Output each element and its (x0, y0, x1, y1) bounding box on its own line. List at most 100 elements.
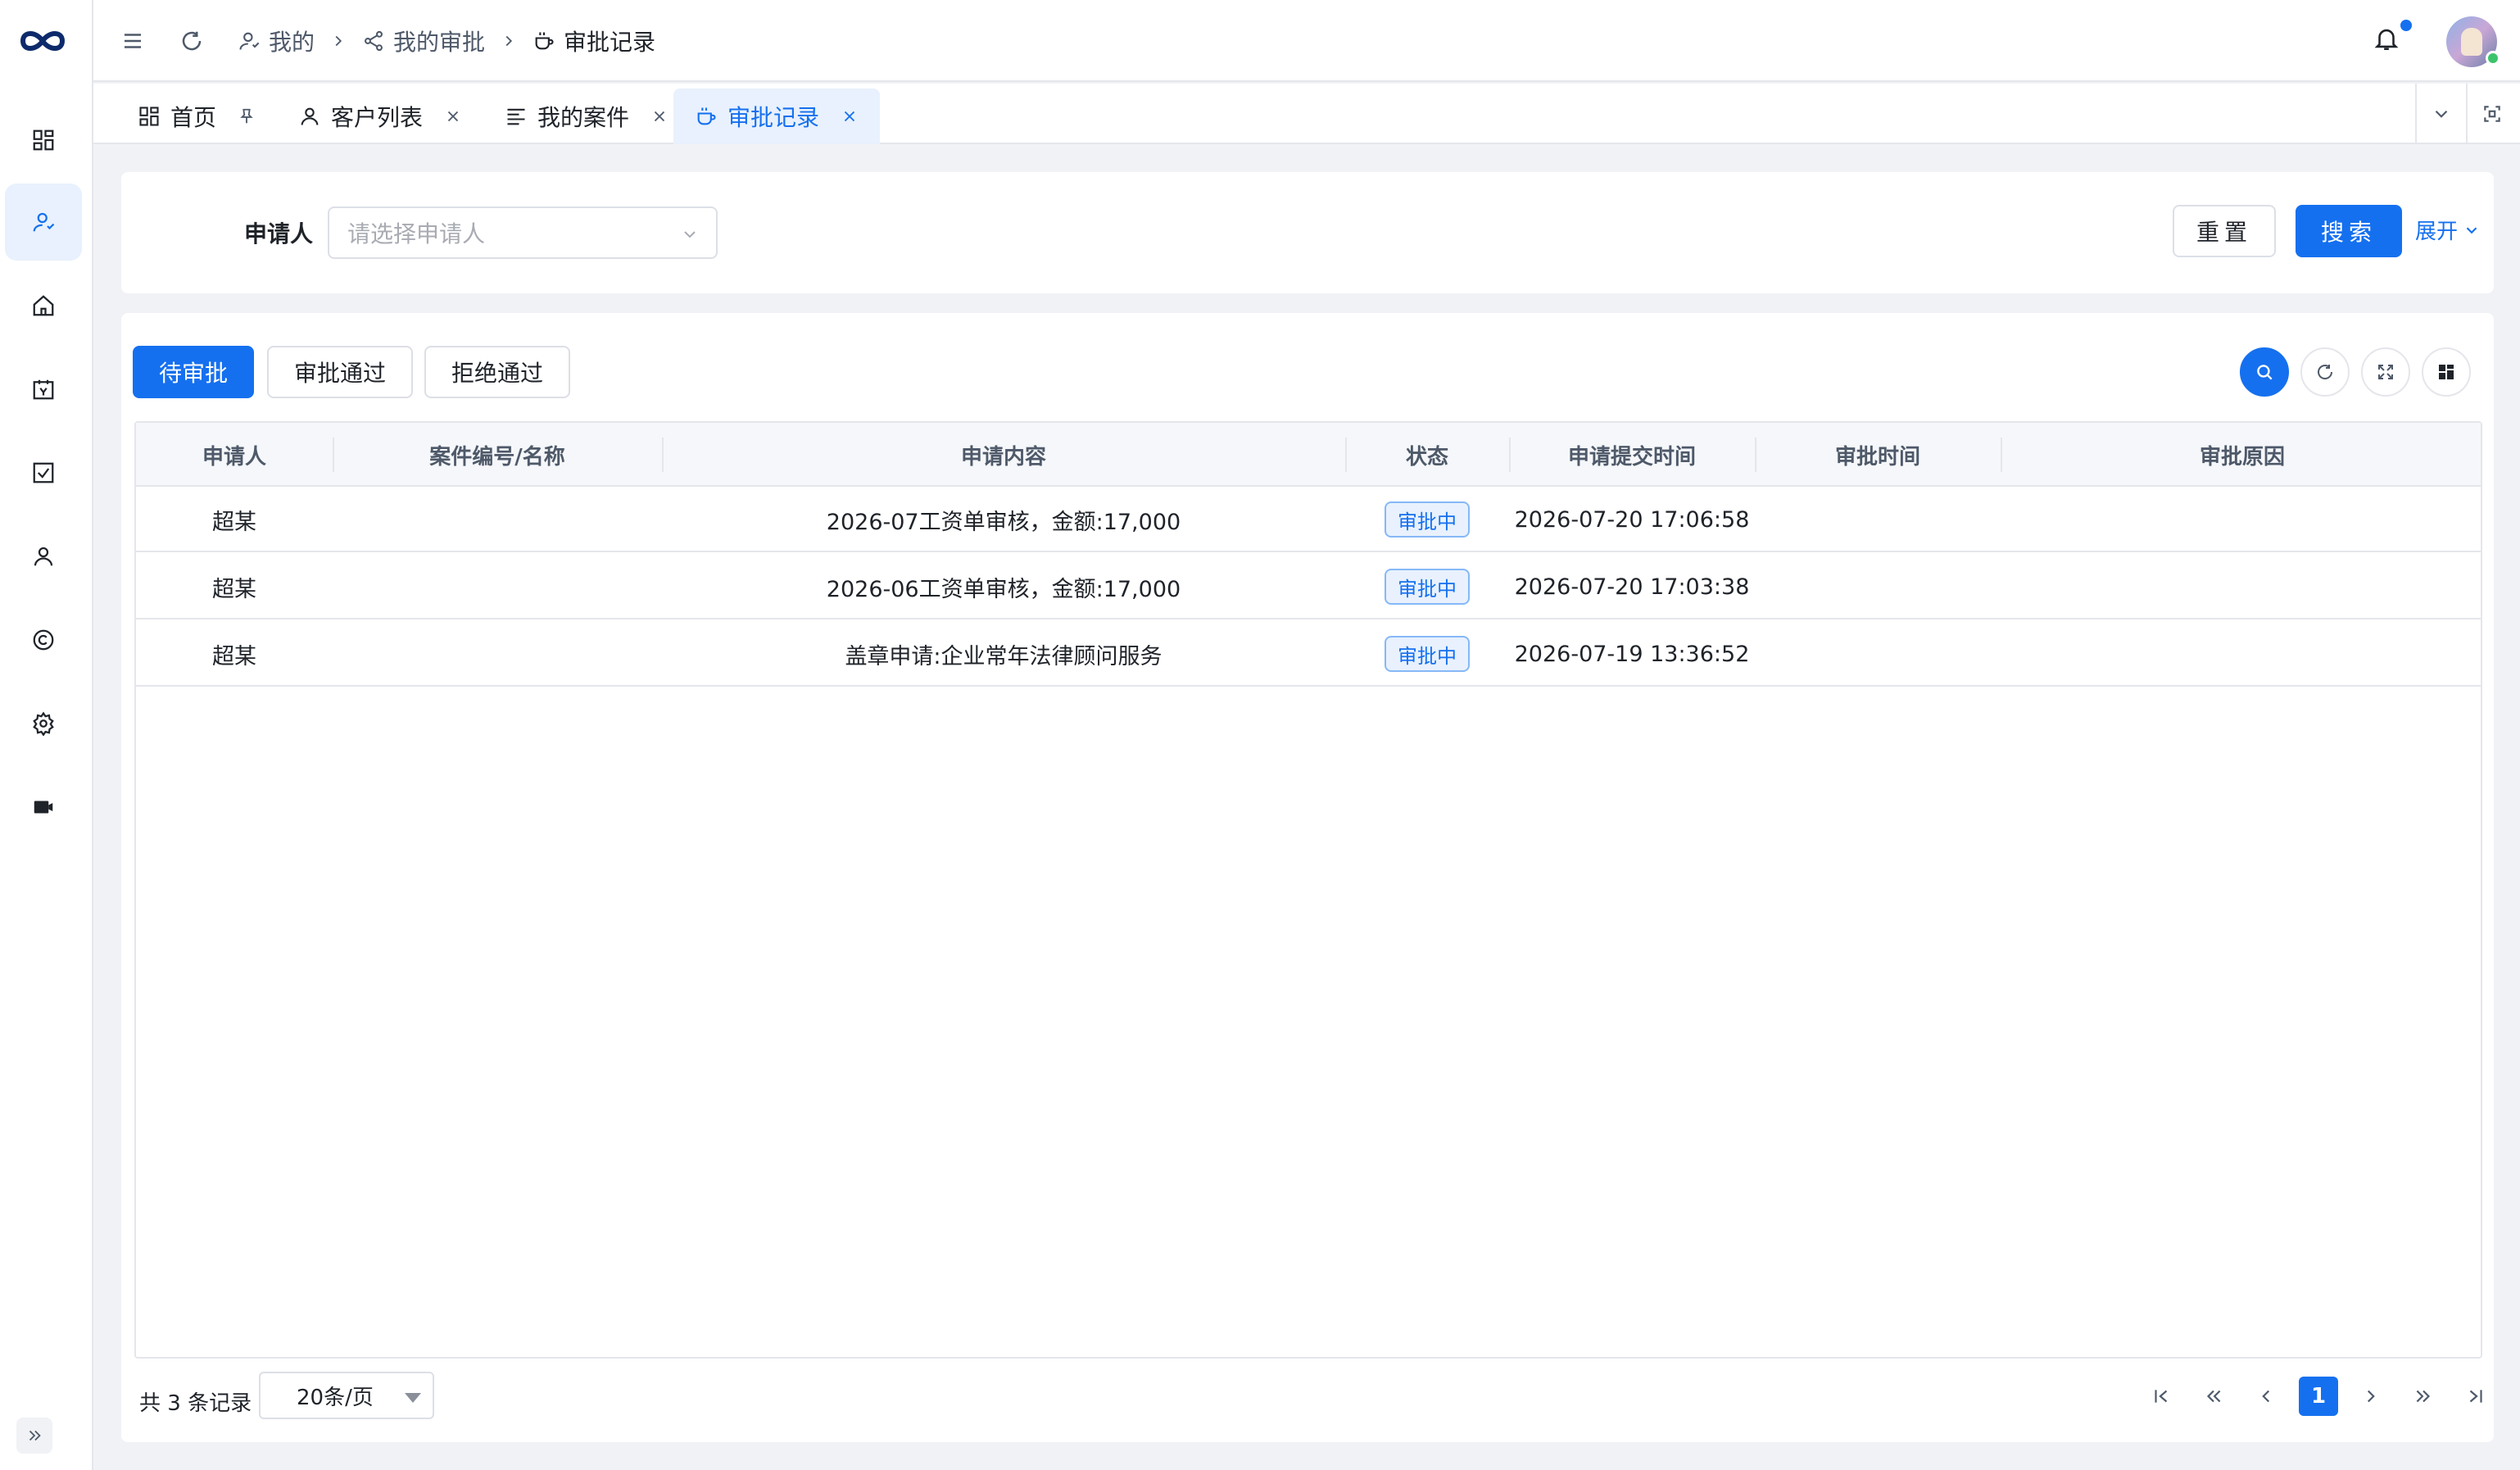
breadcrumb-label: 我的审批 (393, 29, 486, 56)
page-size-select[interactable]: 20条/页 (259, 1372, 434, 1419)
tabs-dropdown-button[interactable] (2415, 84, 2466, 144)
sidebar-item-home[interactable] (5, 267, 82, 344)
caret-down-icon (405, 1393, 421, 1403)
expand-button[interactable]: 展开 (2415, 215, 2481, 245)
sidebar-item-video[interactable] (5, 769, 82, 846)
sidebar (0, 0, 93, 1470)
grid-icon (33, 129, 54, 151)
cell-submitted-time: 2026-07-20 17:06:58 (1514, 506, 1750, 533)
tab-label: 审批记录 (727, 104, 820, 131)
table-header: 申请人 案件编号/名称 申请内容 状态 申请提交时间 审批时间 审批原因 (136, 423, 2481, 487)
applicant-select[interactable]: 请选择申请人 (328, 206, 718, 259)
person-icon (34, 547, 53, 566)
user-icon (33, 212, 55, 232)
sidebar-item-my[interactable] (5, 184, 82, 261)
fullscreen-content-button[interactable] (2466, 84, 2517, 144)
breadcrumb-item-my-approval[interactable]: 我的审批 (362, 25, 485, 57)
filter-tab-approved[interactable]: 审批通过 (267, 346, 413, 398)
tab-customer-list[interactable]: 客户列表 (277, 88, 483, 144)
sidebar-item-copyright[interactable] (5, 601, 82, 678)
sidebar-item-calendar[interactable] (5, 351, 82, 428)
table-refresh-button[interactable] (2300, 347, 2350, 397)
page-size-value: 20条/页 (297, 1385, 374, 1410)
refresh-page-button[interactable] (177, 26, 206, 56)
column-settings-button[interactable] (2422, 347, 2471, 397)
double-chevron-right-icon (2416, 1390, 2431, 1403)
status-badge: 审批中 (1385, 636, 1470, 672)
breadcrumb-item-approval-records: 审批记录 (533, 25, 655, 57)
page-tabs-bar: 首页 客户列表 我的案件 审批记录 (93, 84, 2520, 144)
chevron-down-icon (684, 231, 696, 238)
close-icon[interactable] (650, 107, 669, 125)
refresh-icon (182, 31, 202, 51)
cell-case (333, 554, 662, 619)
top-bar: 我的 我的审批 审批记录 (93, 0, 2520, 82)
logo-infinity-icon[interactable] (18, 25, 67, 57)
cell-reason (2001, 621, 2484, 687)
cell-case (333, 487, 662, 552)
next-page-button[interactable] (2351, 1377, 2391, 1416)
list-lines-icon (507, 108, 525, 125)
records-panel: 待审批 审批通过 拒绝通过 申请人 案件编号/名称 申请内容 状态 申请提交时间… (121, 313, 2494, 1442)
breadcrumb-item-my[interactable]: 我的 (238, 25, 315, 57)
cell-submitted-time: 2026-07-20 17:03:38 (1514, 574, 1750, 600)
cell-approval-time (1755, 487, 2001, 552)
chevron-right-icon (329, 32, 347, 50)
cell-status: 审批中 (1345, 487, 1509, 552)
coffee-cup-icon (697, 107, 716, 125)
table-row[interactable]: 超某 2026-06工资单审核，金额:17,000 审批中 2026-07-20… (136, 554, 2481, 619)
cell-content: 盖章申请:企业常年法律顾问服务 (845, 643, 1163, 669)
grid-icon (139, 107, 159, 126)
cell-applicant: 超某 (212, 509, 256, 535)
first-page-button[interactable] (2142, 1377, 2181, 1416)
page-number-button[interactable]: 1 (2299, 1377, 2338, 1416)
online-status-dot (2486, 51, 2500, 66)
tab-my-cases[interactable]: 我的案件 (483, 88, 690, 144)
filter-tab-pending[interactable]: 待审批 (133, 346, 254, 398)
sidebar-item-tasks[interactable] (5, 434, 82, 511)
prev-five-pages-button[interactable] (2194, 1377, 2233, 1416)
menu-toggle-button[interactable] (118, 26, 147, 56)
notification-button[interactable] (2373, 25, 2405, 57)
table-fullscreen-button[interactable] (2361, 347, 2410, 397)
tab-home[interactable]: 首页 (116, 88, 277, 144)
home-icon (33, 295, 54, 316)
filter-tab-rejected[interactable]: 拒绝通过 (424, 346, 570, 398)
last-page-button[interactable] (2456, 1377, 2495, 1416)
applicant-label: 申请人 (244, 220, 314, 247)
copyright-icon (33, 629, 54, 651)
layout-grid-icon (2439, 365, 2454, 379)
status-badge: 审批中 (1385, 501, 1470, 538)
fullscreen-icon (2484, 106, 2500, 122)
table-search-button[interactable] (2240, 347, 2289, 397)
tab-approval-records[interactable]: 审批记录 (673, 88, 880, 144)
total-records-text: 共 3 条记录 (139, 1391, 252, 1416)
search-button[interactable]: 搜索 (2296, 205, 2402, 257)
chevron-down-icon (2466, 226, 2477, 234)
sidebar-expand-button[interactable] (16, 1418, 52, 1454)
close-icon[interactable] (841, 107, 859, 125)
calendar-icon (33, 379, 54, 400)
cell-reason (2001, 487, 2484, 552)
next-five-pages-button[interactable] (2404, 1377, 2443, 1416)
column-header: 申请人 (202, 444, 266, 470)
column-header: 状态 (1405, 444, 1448, 470)
close-icon[interactable] (444, 107, 462, 125)
chevron-left-icon (2262, 1390, 2270, 1403)
reset-button[interactable]: 重置 (2173, 205, 2276, 257)
sidebar-item-contacts[interactable] (5, 518, 82, 595)
chevron-right-icon (500, 32, 518, 50)
cell-content: 2026-06工资单审核，金额:17,000 (826, 576, 1181, 602)
first-page-icon (2155, 1390, 2168, 1403)
table-row[interactable]: 超某 盖章申请:企业常年法律顾问服务 审批中 2026-07-19 13:36:… (136, 621, 2481, 687)
tab-label: 首页 (170, 104, 217, 131)
sidebar-item-dashboard[interactable] (5, 102, 82, 179)
person-icon (301, 107, 319, 125)
sidebar-item-settings[interactable] (5, 685, 82, 762)
breadcrumb-label: 审批记录 (564, 29, 656, 56)
cell-applicant: 超某 (212, 643, 256, 669)
table-row[interactable]: 超某 2026-07工资单审核，金额:17,000 审批中 2026-07-20… (136, 487, 2481, 552)
pin-icon[interactable] (238, 107, 256, 125)
prev-page-button[interactable] (2246, 1377, 2286, 1416)
notification-dot (2400, 20, 2412, 31)
